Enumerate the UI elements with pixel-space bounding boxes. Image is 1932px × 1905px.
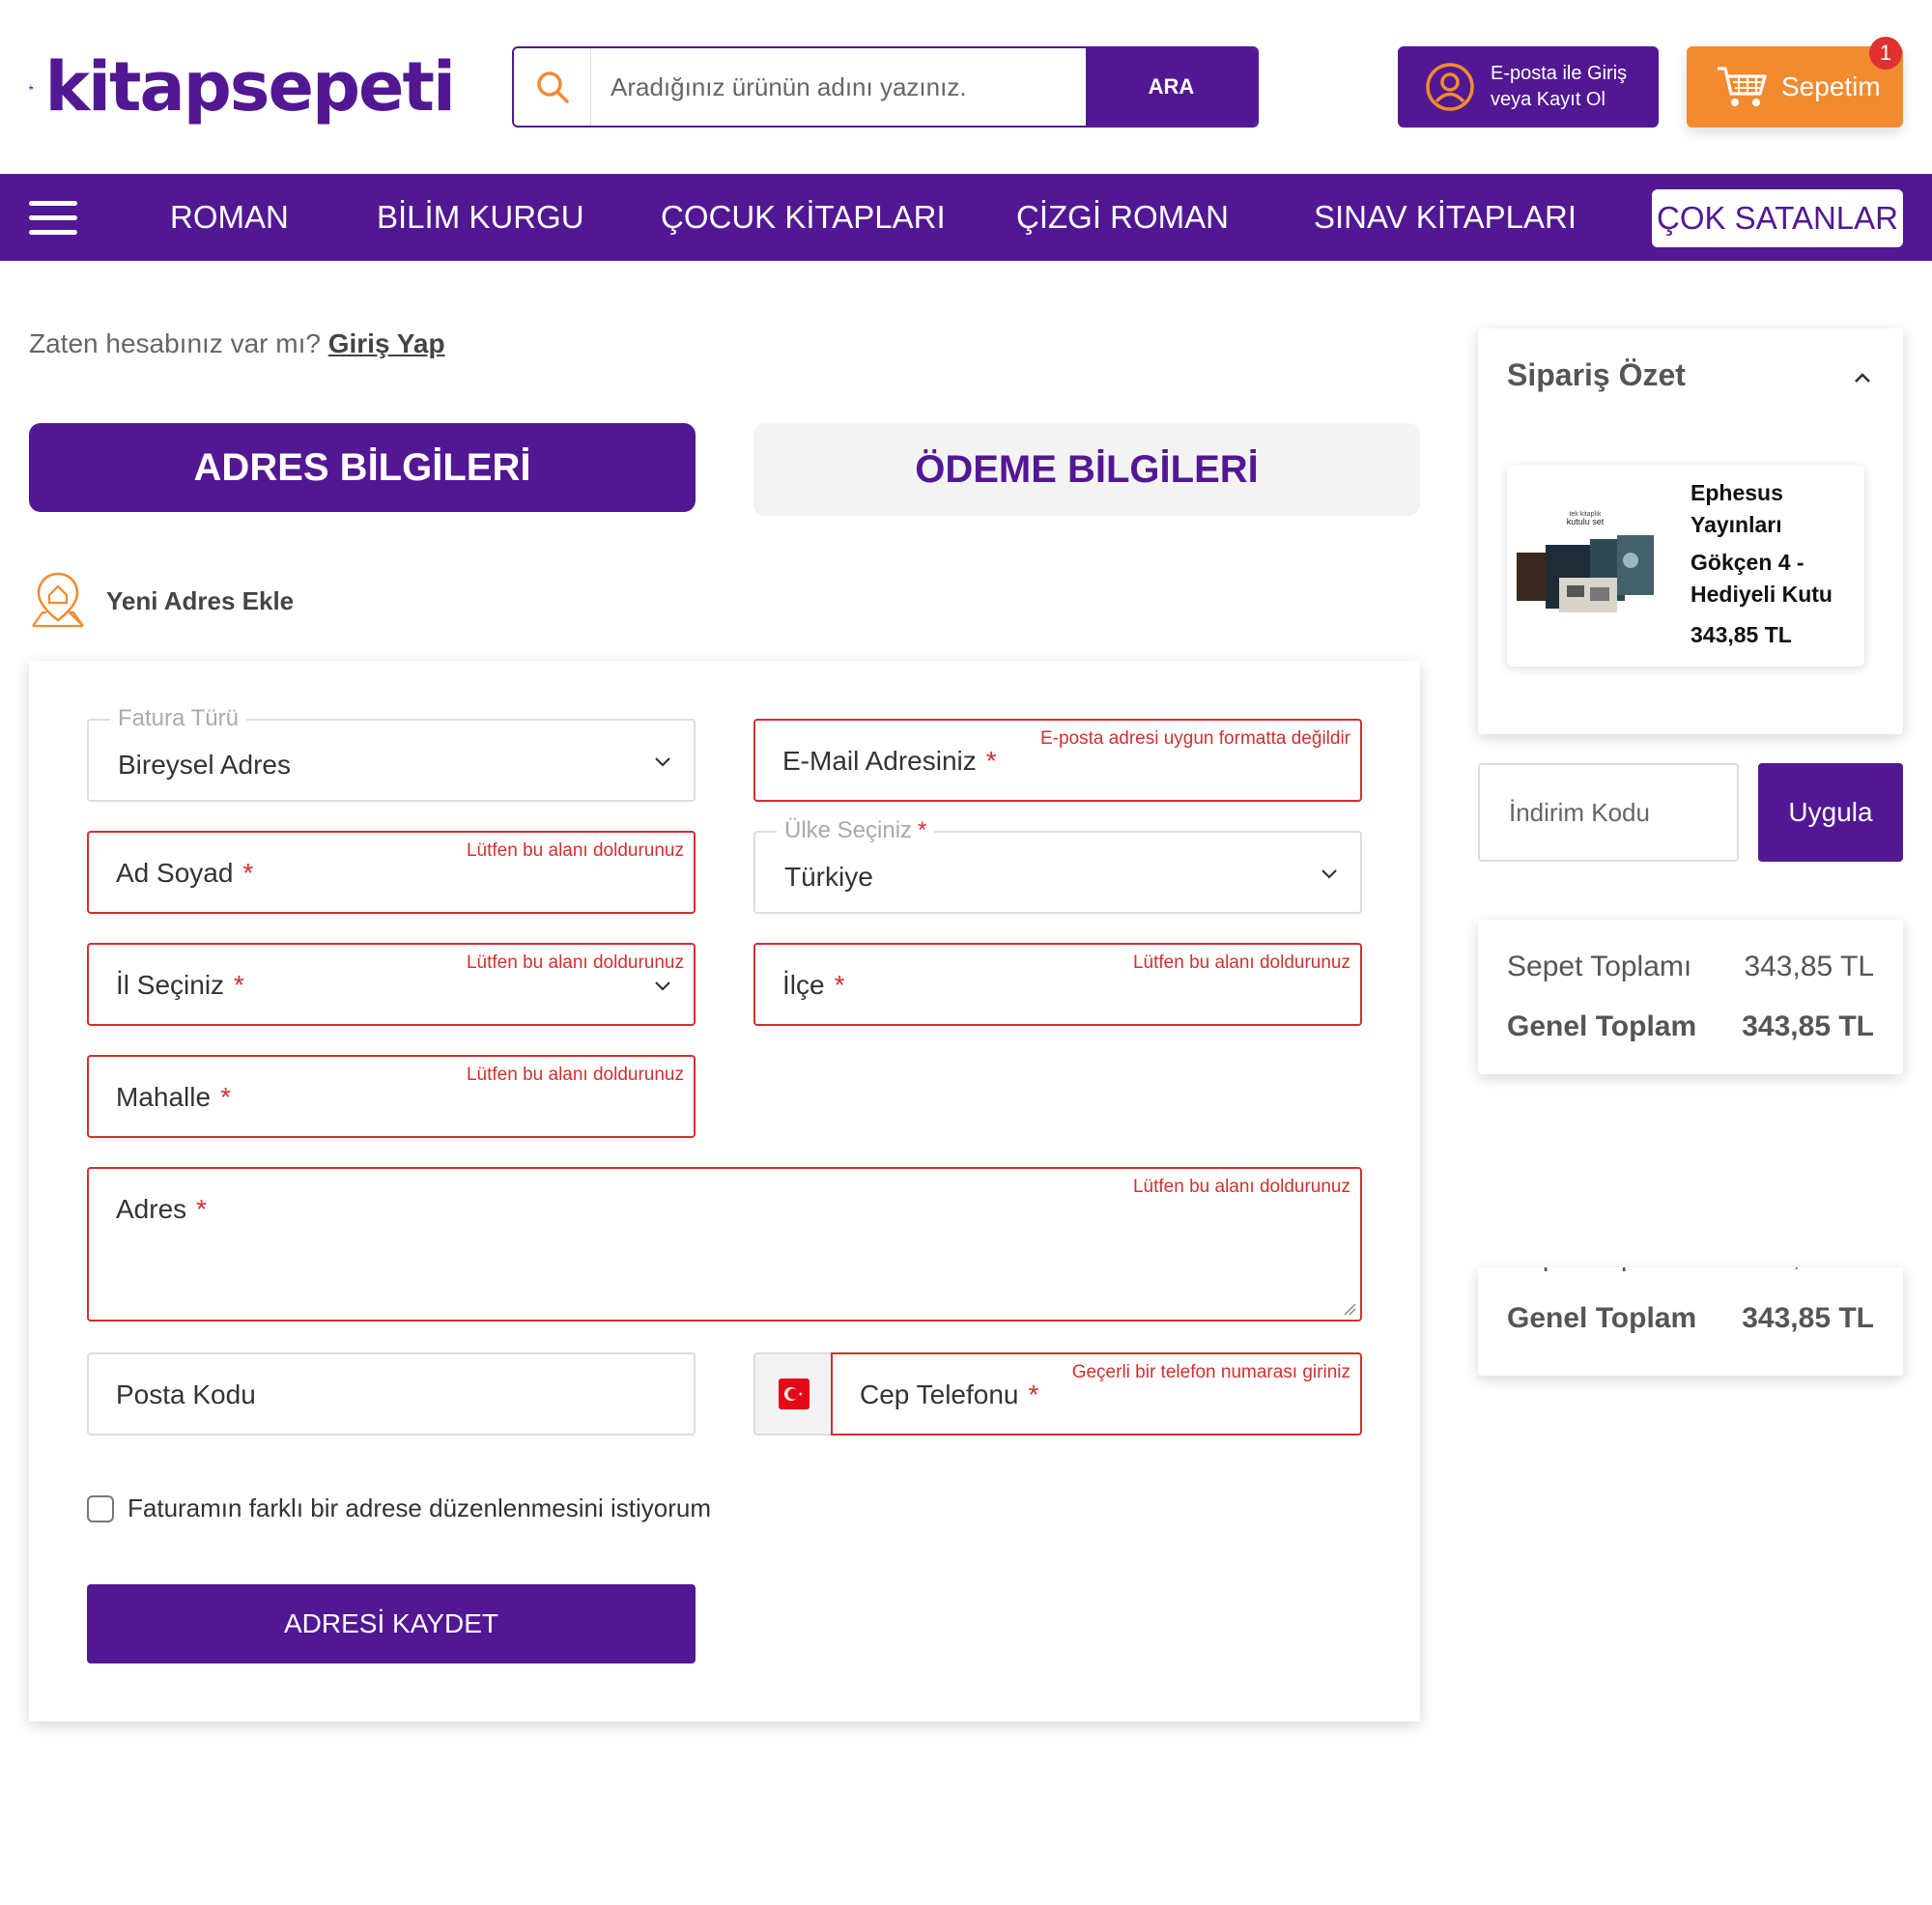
basket-logo-icon bbox=[29, 84, 34, 90]
email-field[interactable]: E-Mail Adresiniz * E-posta adresi uygun f… bbox=[753, 719, 1362, 802]
login-register-button[interactable]: E-posta ile Giriş veya Kayıt Ol bbox=[1398, 46, 1659, 128]
chevron-down-icon bbox=[655, 981, 670, 991]
phone-field[interactable]: Cep Telefonu * Geçerli bir telefon numara… bbox=[831, 1352, 1362, 1436]
name-field[interactable]: Ad Soyad * Lütfen bu alanı doldurunuz bbox=[87, 831, 696, 914]
login-text: E-posta ile Giriş veya Kayıt Ol bbox=[1491, 61, 1627, 113]
thumb-caption-2: kutulu set bbox=[1567, 517, 1605, 526]
new-address-header[interactable]: Yeni Adres Ekle bbox=[29, 570, 294, 632]
product-thumbnail: tek kitaplık kutulu set bbox=[1517, 511, 1654, 612]
login-line1: E-posta ile Giriş bbox=[1491, 63, 1628, 84]
new-address-label: Yeni Adres Ekle bbox=[106, 585, 295, 615]
address-error: Lütfen bu alanı doldurunuz bbox=[1132, 1177, 1350, 1197]
sticky-totals-card: Sepet Toplamı 343,85 TL Genel Toplam 343… bbox=[1478, 1267, 1903, 1376]
cart-product-card[interactable]: tek kitaplık kutulu set Ephesus Yayınlar… bbox=[1507, 466, 1864, 667]
sticky-subtotal-label: Sepet Toplamı bbox=[1507, 1267, 1691, 1273]
country-label: Ülke Seçiniz * bbox=[777, 817, 935, 844]
name-label: Ad Soyad * bbox=[116, 858, 254, 888]
phone-error: Geçerli bir telefon numarası giriniz bbox=[1071, 1362, 1350, 1382]
cart-count-badge: 1 bbox=[1869, 37, 1902, 70]
sticky-grand-total-value: 343,85 TL bbox=[1742, 1302, 1874, 1334]
have-account-prompt: Zaten hesabınız var mı? Giriş Yap bbox=[29, 328, 445, 359]
district-error: Lütfen bu alanı doldurunuz bbox=[1132, 952, 1350, 973]
neighborhood-field[interactable]: Mahalle * Lütfen bu alanı doldurunuz bbox=[87, 1055, 696, 1138]
postal-code-field[interactable]: Posta Kodu bbox=[87, 1352, 696, 1436]
subtotal-row: Sepet Toplamı 343,85 TL bbox=[1507, 951, 1874, 983]
email-label: E-Mail Adresiniz * bbox=[782, 746, 997, 776]
city-select[interactable]: İl Seçiniz * Lütfen bu alanı doldurunuz bbox=[87, 943, 696, 1026]
city-label: İl Seçiniz * bbox=[116, 970, 244, 1000]
search-bar: ARA bbox=[512, 46, 1259, 128]
invoice-type-select[interactable]: Fatura Türü Bireysel Adres bbox=[87, 705, 696, 802]
product-name: Ephesus Yayınları Gökçen 4 - Hediyeli Ku… bbox=[1690, 477, 1855, 611]
sticky-grand-total-row: Genel Toplam 343,85 TL bbox=[1507, 1302, 1874, 1335]
sticky-subtotal-value: 343,85 TL bbox=[1744, 1267, 1874, 1273]
subtotal-label: Sepet Toplamı bbox=[1507, 951, 1692, 982]
country-select[interactable]: Ülke Seçiniz * Türkiye bbox=[753, 817, 1362, 914]
product-price: 343,85 TL bbox=[1690, 622, 1792, 647]
grand-total-label: Genel Toplam bbox=[1507, 1010, 1697, 1042]
address-label: Adres * bbox=[116, 1194, 208, 1224]
sticky-grand-total-label: Genel Toplam bbox=[1507, 1302, 1697, 1334]
nav-item-bilim-kurgu[interactable]: BİLİM KURGU bbox=[377, 174, 584, 261]
district-label: İlçe * bbox=[782, 970, 845, 1000]
email-error: E-posta adresi uygun formatta değildir bbox=[1039, 728, 1350, 749]
neighborhood-error: Lütfen bu alanı doldurunuz bbox=[466, 1065, 684, 1085]
location-home-icon bbox=[32, 572, 84, 628]
grand-total-value: 343,85 TL bbox=[1742, 1010, 1874, 1042]
invoice-type-value: Bireysel Adres bbox=[118, 750, 291, 780]
nav-item-cocuk-kitaplari[interactable]: ÇOCUK KİTAPLARI bbox=[661, 174, 946, 261]
login-link[interactable]: Giriş Yap bbox=[328, 328, 445, 358]
different-invoice-checkbox[interactable] bbox=[87, 1494, 114, 1522]
search-icon bbox=[514, 48, 591, 126]
cart-label: Sepetim bbox=[1781, 71, 1881, 101]
neighborhood-label: Mahalle * bbox=[116, 1082, 231, 1112]
order-summary-title: Sipariş Özet bbox=[1507, 357, 1686, 392]
have-account-text: Zaten hesabınız var mı? bbox=[29, 328, 321, 358]
postal-code-label: Posta Kodu bbox=[116, 1379, 256, 1409]
district-field[interactable]: İlçe * Lütfen bu alanı doldurunuz bbox=[753, 943, 1362, 1026]
discount-placeholder: İndirim Kodu bbox=[1509, 797, 1650, 827]
login-line2: veya Kayıt Ol bbox=[1491, 89, 1605, 110]
tab-payment-info[interactable]: ÖDEME BİLGİLERİ bbox=[753, 423, 1420, 516]
country-code-selector[interactable] bbox=[753, 1352, 833, 1436]
nav-item-cizgi-roman[interactable]: ÇİZGİ ROMAN bbox=[1016, 174, 1229, 261]
site-logo[interactable]: kitapsepeti bbox=[29, 33, 456, 141]
nav-item-sinav-kitaplari[interactable]: SINAV KİTAPLARI bbox=[1314, 174, 1577, 261]
product-publisher: Ephesus Yayınları bbox=[1690, 480, 1783, 537]
subtotal-value: 343,85 TL bbox=[1744, 951, 1874, 982]
order-summary-card: Sipariş Özet tek kitaplık kutulu set Eph… bbox=[1478, 328, 1903, 734]
address-textarea[interactable]: Adres * Lütfen bu alanı doldurunuz bbox=[87, 1167, 1362, 1322]
nav-item-cok-satanlar[interactable]: ÇOK SATANLAR bbox=[1652, 189, 1903, 247]
user-icon bbox=[1426, 63, 1474, 111]
chevron-down-icon bbox=[655, 757, 670, 767]
cart-icon bbox=[1718, 67, 1767, 106]
turkey-flag-icon bbox=[779, 1379, 810, 1409]
cart-totals-card: Sepet Toplamı 343,85 TL Genel Toplam 343… bbox=[1478, 920, 1903, 1074]
hamburger-menu-icon[interactable] bbox=[29, 201, 77, 236]
chevron-up-icon[interactable] bbox=[1851, 367, 1874, 390]
main-nav: ROMAN BİLİM KURGU ÇOCUK KİTAPLARI ÇİZGİ … bbox=[0, 174, 1932, 261]
chevron-down-icon bbox=[1321, 869, 1337, 879]
different-invoice-address-option[interactable]: Faturamın farklı bir adrese düzenlenmesi… bbox=[87, 1493, 711, 1523]
country-value: Türkiye bbox=[784, 862, 873, 892]
tab-address-info[interactable]: ADRES BİLGİLERİ bbox=[29, 423, 696, 512]
logo-text: kitapsepeti bbox=[44, 47, 456, 127]
grand-total-row: Genel Toplam 343,85 TL bbox=[1507, 1010, 1874, 1043]
phone-label: Cep Telefonu * bbox=[860, 1379, 1039, 1409]
product-title: Gökçen 4 - Hediyeli Kutu bbox=[1690, 550, 1833, 607]
apply-discount-button[interactable]: Uygula bbox=[1758, 763, 1903, 862]
search-button[interactable]: ARA bbox=[1086, 48, 1257, 126]
discount-code-input[interactable]: İndirim Kodu bbox=[1478, 763, 1739, 862]
different-invoice-label: Faturamın farklı bir adrese düzenlenmesi… bbox=[128, 1493, 712, 1522]
sticky-subtotal-row: Sepet Toplamı 343,85 TL bbox=[1507, 1267, 1874, 1273]
nav-item-roman[interactable]: ROMAN bbox=[170, 174, 289, 261]
save-address-button[interactable]: ADRESİ KAYDET bbox=[87, 1584, 696, 1663]
resize-handle-icon[interactable] bbox=[1343, 1302, 1356, 1316]
invoice-type-label: Fatura Türü bbox=[110, 705, 246, 732]
name-error: Lütfen bu alanı doldurunuz bbox=[466, 840, 684, 861]
search-input[interactable] bbox=[591, 48, 1086, 126]
city-error: Lütfen bu alanı doldurunuz bbox=[466, 952, 684, 973]
